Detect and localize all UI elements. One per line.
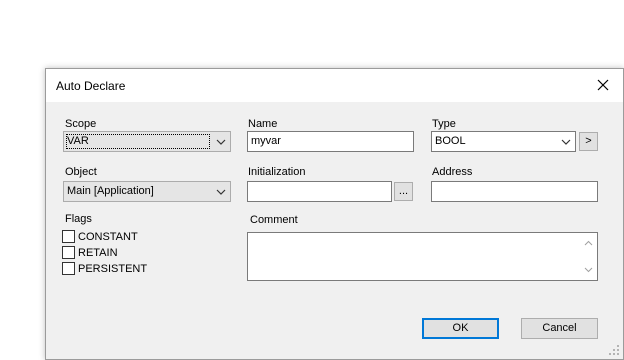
scroll-down-icon[interactable] (584, 267, 593, 273)
persistent-checkbox[interactable] (62, 262, 76, 276)
chevron-down-icon (561, 139, 571, 145)
object-dropdown[interactable]: Main [Application] (63, 181, 231, 202)
constant-label: CONSTANT (78, 231, 138, 243)
initialization-input[interactable] (247, 181, 392, 202)
chevron-down-icon (216, 139, 226, 145)
chevron-down-icon (216, 189, 226, 195)
auto-declare-dialog: Auto Declare Scope VAR Object Main [Appl… (45, 68, 624, 360)
comment-label: Comment (250, 214, 298, 226)
type-combobox[interactable]: BOOL (431, 131, 576, 152)
object-label: Object (65, 166, 97, 178)
checkbox-box (62, 246, 75, 259)
address-label: Address (432, 166, 473, 178)
retain-label: RETAIN (78, 247, 118, 259)
address-input[interactable] (431, 181, 598, 202)
close-icon (597, 79, 609, 91)
scope-label: Scope (65, 118, 97, 130)
name-label: Name (248, 118, 278, 130)
checkbox-box (62, 230, 75, 243)
scroll-up-icon[interactable] (584, 240, 593, 246)
initialization-browse-button[interactable]: ... (394, 182, 413, 201)
resize-grip-icon[interactable] (608, 344, 620, 356)
scope-value: VAR (67, 135, 89, 147)
initialization-label: Initialization (248, 166, 306, 178)
comment-textarea[interactable] (247, 232, 598, 281)
flags-label: Flags (65, 213, 92, 225)
retain-checkbox[interactable] (62, 246, 76, 260)
type-more-button[interactable]: > (579, 132, 598, 151)
cancel-button[interactable]: Cancel (521, 318, 598, 339)
close-button[interactable] (593, 75, 613, 95)
dialog-title: Auto Declare (56, 79, 126, 93)
name-input[interactable]: myvar (247, 131, 414, 152)
scope-dropdown[interactable]: VAR (63, 131, 231, 152)
checkbox-box (62, 262, 75, 275)
type-label: Type (432, 118, 456, 130)
object-value: Main [Application] (67, 185, 154, 197)
persistent-label: PERSISTENT (78, 263, 148, 275)
type-value: BOOL (435, 135, 466, 147)
dialog-titlebar: Auto Declare (46, 69, 623, 102)
ok-button[interactable]: OK (422, 318, 499, 339)
constant-checkbox[interactable] (62, 230, 76, 244)
